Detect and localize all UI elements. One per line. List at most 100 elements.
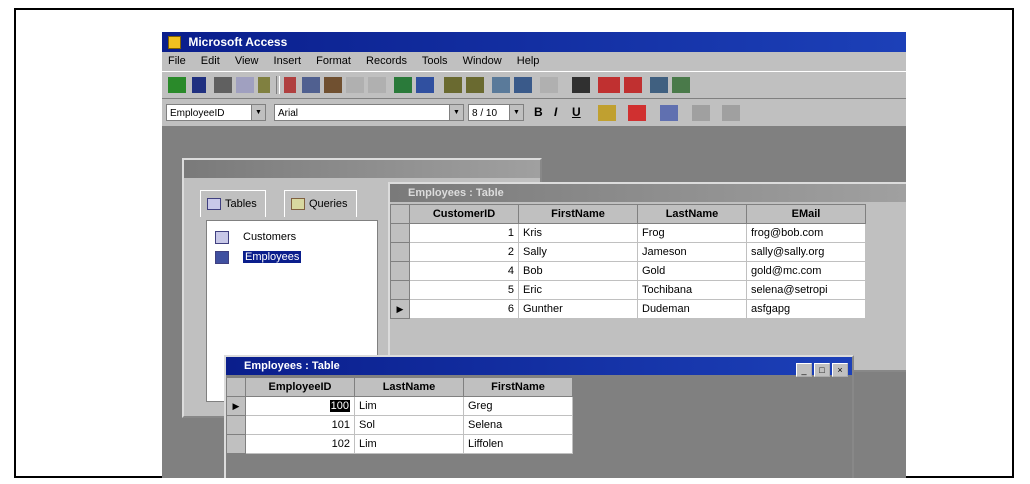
table-cell[interactable]: 5	[409, 280, 519, 300]
web-toolbar-icon[interactable]	[416, 77, 434, 93]
table-cell[interactable]: gold@mc.com	[746, 261, 866, 281]
undo-icon[interactable]	[368, 77, 386, 93]
filter-by-form-icon[interactable]	[514, 77, 532, 93]
column-header[interactable]: FirstName	[463, 377, 573, 397]
menu-tools[interactable]: Tools	[422, 55, 448, 67]
table-row[interactable]: 4 Bob Gold gold@mc.com	[390, 261, 866, 281]
table-cell[interactable]: Bob	[518, 261, 638, 281]
delete-record-icon[interactable]	[624, 77, 642, 93]
table-cell[interactable]: 2	[409, 242, 519, 262]
minimize-icon[interactable]: _	[796, 363, 812, 377]
save-icon[interactable]	[192, 77, 206, 93]
table-row[interactable]: ▶ 100 Lim Greg	[226, 396, 573, 416]
menu-records[interactable]: Records	[366, 55, 407, 67]
window-title[interactable]: Employees : Table	[226, 357, 852, 375]
close-icon[interactable]: ×	[832, 363, 848, 377]
menu-edit[interactable]: Edit	[201, 55, 220, 67]
chevron-down-icon[interactable]: ▼	[509, 105, 523, 120]
database-window-icon[interactable]	[672, 77, 690, 93]
new-record-icon[interactable]	[598, 77, 620, 93]
chevron-down-icon[interactable]: ▼	[449, 105, 463, 120]
table-row[interactable]: 2 Sally Jameson sally@sally.org	[390, 242, 866, 262]
column-header[interactable]: CustomerID	[409, 204, 519, 224]
table-cell[interactable]: Frog	[637, 223, 747, 243]
chevron-down-icon[interactable]: ▼	[251, 105, 265, 120]
row-selector-header[interactable]	[390, 204, 410, 224]
view-icon[interactable]	[168, 77, 186, 93]
tab-tables[interactable]: Tables	[200, 190, 266, 217]
column-header[interactable]: LastName	[637, 204, 747, 224]
row-selector[interactable]	[390, 280, 410, 300]
font-name-select[interactable]: Arial ▼	[274, 104, 464, 121]
list-item-customers[interactable]: Customers	[215, 229, 296, 246]
menu-insert[interactable]: Insert	[274, 55, 302, 67]
row-selector[interactable]	[390, 242, 410, 262]
bold-button[interactable]: B	[534, 105, 543, 119]
table-cell[interactable]: Kris	[518, 223, 638, 243]
cut-icon[interactable]	[284, 77, 296, 93]
row-selector[interactable]	[226, 415, 246, 435]
sort-ascending-icon[interactable]	[444, 77, 462, 93]
current-record-arrow-icon[interactable]: ▶	[226, 396, 246, 416]
table-cell[interactable]: Tochibana	[637, 280, 747, 300]
table-cell[interactable]: Liffolen	[463, 434, 573, 454]
table-cell[interactable]: 102	[245, 434, 355, 454]
table-cell[interactable]: frog@bob.com	[746, 223, 866, 243]
copy-icon[interactable]	[302, 77, 320, 93]
print-icon[interactable]	[214, 77, 232, 93]
table-cell[interactable]: Lim	[354, 396, 464, 416]
menu-file[interactable]: File	[168, 55, 186, 67]
row-selector[interactable]	[226, 434, 246, 454]
table-cell[interactable]: 100	[245, 396, 355, 416]
row-selector-header[interactable]	[226, 377, 246, 397]
column-header[interactable]: LastName	[354, 377, 464, 397]
table-cell[interactable]: Sol	[354, 415, 464, 435]
menu-help[interactable]: Help	[517, 55, 540, 67]
table-row[interactable]: 102 Lim Liffolen	[226, 434, 573, 454]
fill-color-icon[interactable]	[598, 105, 616, 121]
maximize-icon[interactable]: □	[814, 363, 830, 377]
menu-format[interactable]: Format	[316, 55, 351, 67]
column-header[interactable]: EmployeeID	[245, 377, 355, 397]
menu-window[interactable]: Window	[463, 55, 502, 67]
table-row[interactable]: 5 Eric Tochibana selena@setropi	[390, 280, 866, 300]
underline-button[interactable]: U	[572, 105, 581, 119]
menu-view[interactable]: View	[235, 55, 259, 67]
hyperlink-icon[interactable]	[394, 77, 412, 93]
table-cell[interactable]: sally@sally.org	[746, 242, 866, 262]
table-cell[interactable]: Gold	[637, 261, 747, 281]
properties-icon[interactable]	[650, 77, 668, 93]
selected-cell-value[interactable]: 100	[329, 400, 350, 412]
table-cell[interactable]: asfgapg	[746, 299, 866, 319]
row-selector[interactable]	[390, 261, 410, 281]
table-cell[interactable]: 101	[245, 415, 355, 435]
tab-queries[interactable]: Queries	[284, 190, 357, 217]
table-cell[interactable]: selena@setropi	[746, 280, 866, 300]
font-size-select[interactable]: 8 / 10 ▼	[468, 104, 524, 121]
filter-by-selection-icon[interactable]	[492, 77, 510, 93]
table-cell[interactable]: Greg	[463, 396, 573, 416]
paste-icon[interactable]	[324, 77, 342, 93]
print-preview-icon[interactable]	[236, 77, 254, 93]
font-color-icon[interactable]	[628, 105, 646, 121]
table-row[interactable]: ▶ 6 Gunther Dudeman asfgapg	[390, 299, 866, 319]
window-title[interactable]: Employees : Table	[390, 184, 906, 202]
table-cell[interactable]: Jameson	[637, 242, 747, 262]
table-cell[interactable]: 6	[409, 299, 519, 319]
table-cell[interactable]: Gunther	[518, 299, 638, 319]
table-cell[interactable]: Selena	[463, 415, 573, 435]
table-cell[interactable]: Eric	[518, 280, 638, 300]
table-row[interactable]: 101 Sol Selena	[226, 415, 573, 435]
table-cell[interactable]: 4	[409, 261, 519, 281]
line-color-icon[interactable]	[660, 105, 678, 121]
table-cell[interactable]: 1	[409, 223, 519, 243]
spelling-icon[interactable]	[258, 77, 270, 93]
sort-descending-icon[interactable]	[466, 77, 484, 93]
find-icon[interactable]	[572, 77, 590, 93]
format-painter-icon[interactable]	[346, 77, 364, 93]
field-selector[interactable]: EmployeeID ▼	[166, 104, 266, 121]
list-item-employees[interactable]: Employees	[215, 249, 302, 266]
table-cell[interactable]: Sally	[518, 242, 638, 262]
current-record-arrow-icon[interactable]: ▶	[390, 299, 410, 319]
column-header[interactable]: FirstName	[518, 204, 638, 224]
